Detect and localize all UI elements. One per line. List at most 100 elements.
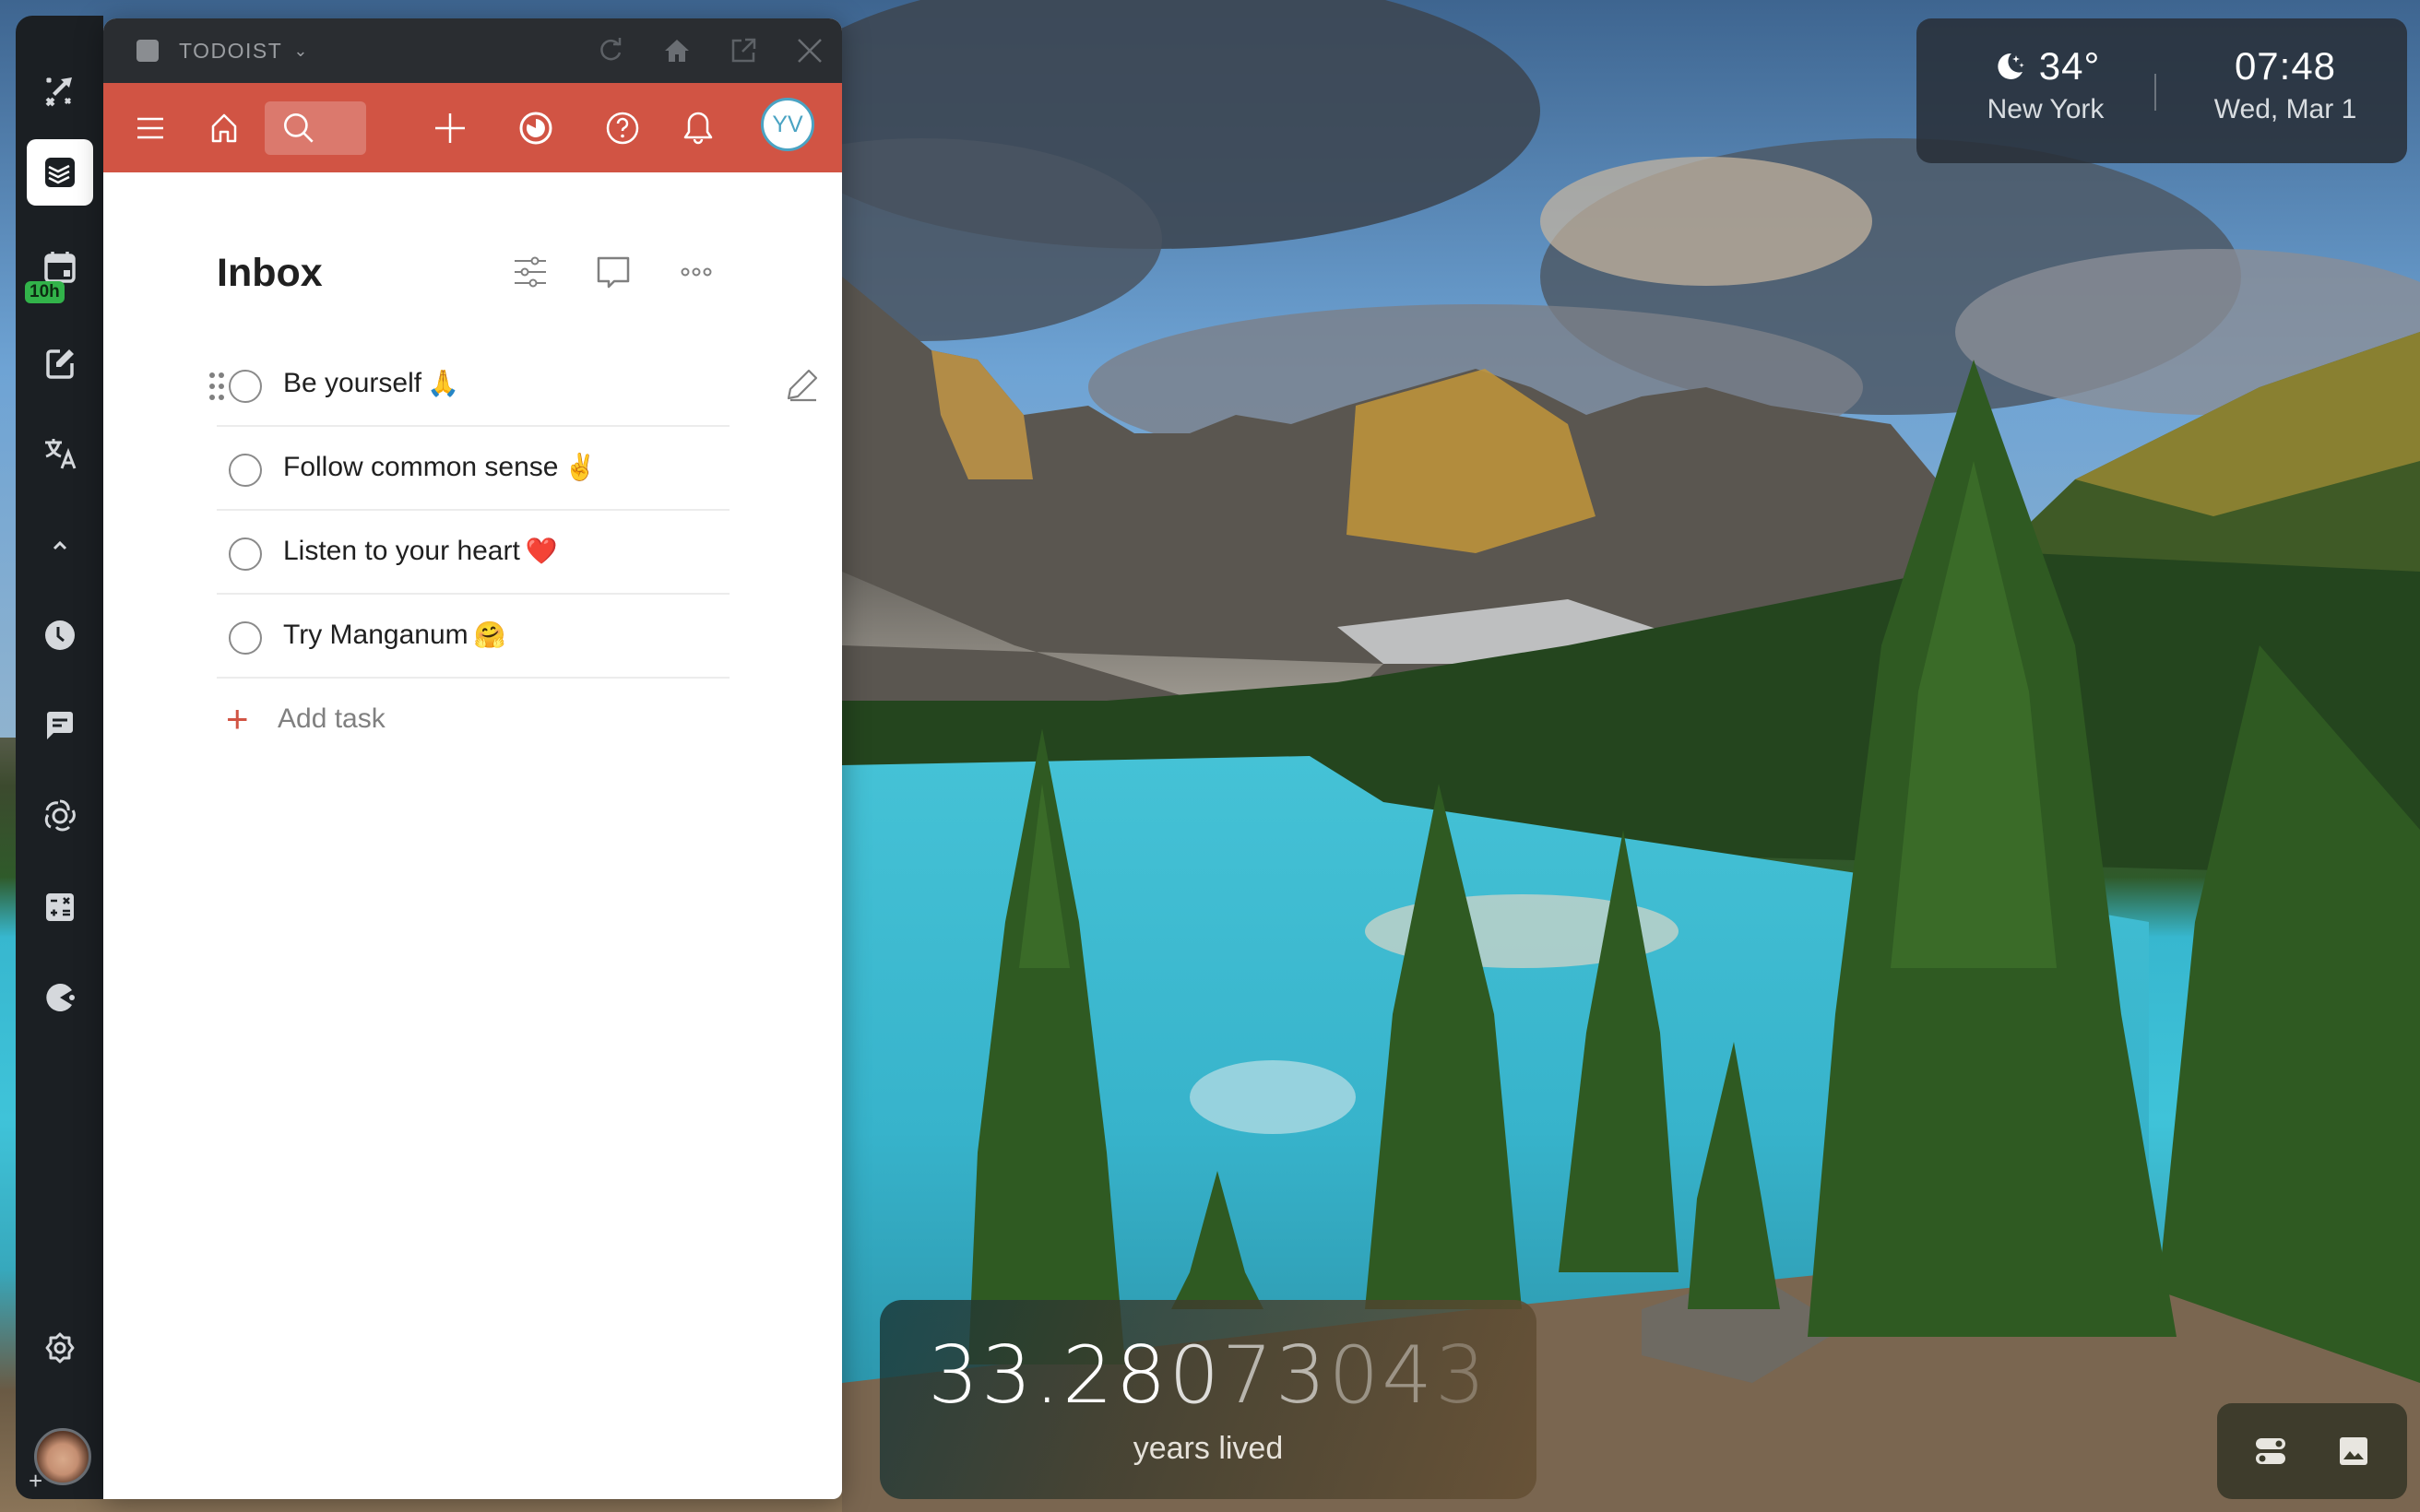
dock-item-collapse[interactable]	[16, 514, 103, 578]
active-tile	[26, 139, 93, 206]
toggles-button[interactable]	[2250, 1431, 2291, 1471]
dock-item-chatgpt[interactable]	[16, 784, 103, 848]
chevron-down-icon: ⌄	[293, 41, 308, 60]
search-icon	[283, 112, 314, 143]
value-digits: 73	[1222, 1329, 1329, 1422]
task-emoji: 🤗	[473, 620, 506, 649]
quick-actions-widget	[2217, 1403, 2407, 1499]
home-outline-icon	[211, 113, 237, 142]
sparkle-arrow-icon	[45, 77, 72, 107]
profile-avatar[interactable]	[34, 1428, 91, 1485]
productivity-icon	[519, 112, 552, 144]
home-button[interactable]	[661, 35, 693, 66]
task-checkbox[interactable]	[229, 370, 262, 403]
calendar-icon	[43, 252, 76, 283]
user-avatar[interactable]: YV	[761, 98, 814, 151]
image-icon	[2340, 1437, 2367, 1465]
dock-item-calculator[interactable]	[16, 875, 103, 939]
dock-item-clock[interactable]	[16, 603, 103, 667]
edit-note-icon	[45, 349, 74, 379]
hamburger-menu-icon	[137, 117, 163, 138]
wallpaper-button[interactable]	[2333, 1431, 2374, 1471]
value-digits: 3	[1435, 1329, 1489, 1422]
clock-date: Wed, Mar 1	[2213, 94, 2357, 124]
search-input[interactable]	[265, 101, 366, 155]
task-checkbox[interactable]	[229, 454, 262, 487]
notifications-button[interactable]	[677, 83, 719, 172]
task-emoji: 🙏	[427, 369, 459, 397]
quick-add-button[interactable]	[429, 83, 471, 172]
dock-item-notes[interactable]	[16, 331, 103, 396]
todoist-icon	[44, 158, 75, 187]
app-switcher[interactable]: TODOIST ⌄	[136, 39, 307, 64]
external-link-icon	[731, 38, 756, 63]
todoist-window: TODOIST ⌄ YV Inbox Be yourself 🙏 Follow …	[103, 18, 842, 1499]
dock-item-translate[interactable]	[16, 421, 103, 486]
todoist-small-icon	[136, 40, 159, 62]
dock-item-todoist[interactable]	[16, 136, 103, 209]
task-item[interactable]: Try Manganum 🤗	[217, 595, 730, 679]
task-label: Follow common sense ✌️	[283, 452, 596, 483]
task-text: Follow common sense	[283, 452, 559, 482]
task-label: Listen to your heart ❤️	[283, 536, 558, 567]
years-lived-caption: years lived	[1133, 1431, 1284, 1466]
add-task-label: Add task	[278, 703, 386, 734]
calendar-badge: 10h	[25, 281, 65, 303]
toggles-icon	[2256, 1438, 2285, 1464]
dock-item-manganum[interactable]	[16, 59, 103, 124]
dock-item-game[interactable]	[16, 965, 103, 1030]
task-text: Try Manganum	[283, 620, 469, 650]
window-titlebar: TODOIST ⌄	[103, 18, 842, 83]
view-options-button[interactable]	[509, 251, 552, 293]
comments-button[interactable]	[592, 251, 635, 293]
task-emoji: ❤️	[525, 537, 558, 565]
bell-icon	[683, 112, 713, 144]
calculator-icon	[45, 893, 74, 921]
openai-icon	[44, 799, 76, 832]
reload-icon	[600, 38, 622, 61]
task-item[interactable]: Listen to your heart ❤️	[217, 511, 730, 595]
weather-clock-widget[interactable]: 34° New York 07:48 Wed, Mar 1	[1916, 18, 2407, 163]
app-dock: 10h +	[16, 16, 103, 1499]
sliders-icon	[515, 256, 546, 288]
close-icon	[798, 39, 822, 63]
dock-item-calendar[interactable]: 10h	[16, 230, 103, 303]
years-lived-widget[interactable]: 33.28073043 years lived	[880, 1300, 1536, 1499]
drag-handle-icon[interactable]	[208, 371, 226, 402]
help-button[interactable]	[601, 83, 644, 172]
dock-item-settings[interactable]	[16, 1316, 103, 1380]
clock-icon	[44, 620, 75, 650]
chevron-up-icon	[53, 540, 66, 550]
todoist-top-bar: YV	[103, 83, 842, 172]
chat-icon	[46, 712, 73, 739]
open-external-button[interactable]	[728, 35, 759, 66]
add-task-button[interactable]: + Add task	[217, 691, 386, 747]
clock-time: 07:48	[2234, 44, 2337, 88]
task-checkbox[interactable]	[229, 621, 262, 655]
more-options-button[interactable]	[675, 251, 718, 293]
close-button[interactable]	[794, 35, 825, 66]
dock-item-chat[interactable]	[16, 693, 103, 758]
pacman-icon	[45, 984, 75, 1011]
home-nav-button[interactable]	[203, 83, 245, 172]
task-label: Be yourself 🙏	[283, 368, 459, 399]
edit-task-icon[interactable]	[781, 365, 822, 406]
reload-button[interactable]	[595, 35, 626, 66]
years-lived-value: 33.28073043	[880, 1329, 1536, 1422]
moon-stars-icon	[1998, 53, 2024, 79]
help-icon	[606, 112, 639, 144]
city: New York	[1987, 94, 2105, 124]
add-profile-icon[interactable]: +	[29, 1469, 42, 1493]
productivity-button[interactable]	[515, 83, 557, 172]
task-text: Be yourself	[283, 368, 422, 398]
translate-icon	[44, 439, 76, 469]
task-checkbox[interactable]	[229, 537, 262, 571]
task-label: Try Manganum 🤗	[283, 620, 506, 651]
value-digits: 04	[1328, 1329, 1436, 1422]
task-emoji: ✌️	[563, 453, 597, 481]
task-item[interactable]: Be yourself 🙏	[209, 343, 818, 427]
page-title: Inbox	[217, 251, 323, 295]
menu-button[interactable]	[129, 83, 172, 172]
task-item[interactable]: Follow common sense ✌️	[217, 427, 730, 511]
gear-icon	[45, 1332, 74, 1364]
